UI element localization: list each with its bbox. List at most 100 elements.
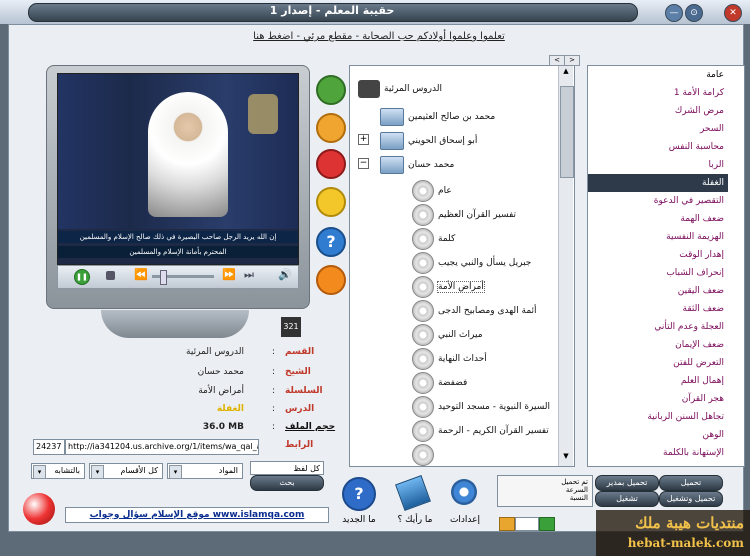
list-item[interactable]: التقصير في الدعوة [588, 192, 728, 210]
settings-icon[interactable] [451, 479, 477, 505]
opinion-label[interactable]: ما رأيك ؟ [387, 515, 443, 525]
size-value: 36.0 MB [202, 422, 244, 432]
disc-icon [412, 228, 434, 250]
tree-sheikh-2[interactable]: أبو إسحاق الحويني [408, 136, 477, 146]
tree-sheikh-1[interactable]: محمد بن صالح العثيمين [408, 112, 495, 122]
lessons-panel: عامة كرامة الأمة 1 مرض الشرك السحر محاسب… [587, 65, 745, 467]
opinion-icon[interactable] [395, 475, 431, 511]
refresh-icon[interactable] [316, 75, 346, 105]
forward-icon[interactable]: ⏩ [222, 268, 236, 281]
chevron-down-icon[interactable]: ▾ [33, 465, 46, 479]
download-play-button[interactable]: تحميل وتشغيل [659, 491, 723, 507]
tree-series[interactable]: ميراث النبي [438, 330, 483, 340]
home-icon[interactable] [499, 517, 515, 531]
download-button[interactable]: تحميل [659, 475, 723, 491]
list-item[interactable]: مرض الشرك [588, 102, 728, 120]
favorite-icon[interactable] [316, 149, 346, 179]
tree-series[interactable]: السيرة النبوية - مسجد التوحيد [438, 402, 550, 412]
list-item[interactable]: هجر القرآن [588, 390, 728, 408]
globe-icon[interactable] [23, 493, 55, 525]
tree-root[interactable]: الدروس المرئية [384, 84, 442, 94]
tree-scrollbar[interactable]: ▲ ▼ [558, 66, 574, 466]
tree-series[interactable]: فضفضة [438, 378, 467, 388]
info-colon: : [272, 386, 276, 396]
website-link[interactable]: موقع الإسلام سؤال وجواب www.islamqa.com [65, 507, 329, 523]
video-ticker-top: إن الله يريد الرجل صاحب البصيرة في ذلك ص… [58, 231, 298, 243]
list-item[interactable]: ضعف الهمة [588, 210, 728, 228]
search-input[interactable]: كل لفظ [250, 461, 324, 475]
tree-series[interactable]: عام [438, 186, 452, 196]
list-item[interactable]: محاسبة النفس [588, 138, 728, 156]
section-combo[interactable]: ▾ كل الأقسام [89, 463, 163, 479]
collapse-icon[interactable]: − [358, 158, 369, 169]
chevron-down-icon[interactable]: ▾ [169, 465, 182, 479]
address-field[interactable] [515, 517, 539, 531]
list-item[interactable]: إنحراف الشباب [588, 264, 728, 282]
seek-handle[interactable] [160, 270, 167, 285]
list-nav-right-icon[interactable]: > [564, 55, 580, 66]
record-icon[interactable] [316, 265, 346, 295]
banner-link[interactable]: تعلموا وعلموا أولادكم حب الصحابة - مقطع … [224, 31, 534, 42]
disc-icon [412, 372, 434, 394]
search-button[interactable]: بحث [250, 475, 324, 491]
list-item[interactable]: الوهن [588, 426, 728, 444]
list-item[interactable]: التعرض للفتن [588, 354, 728, 372]
video-frame [58, 74, 298, 229]
list-item[interactable]: ضعف الثقة [588, 300, 728, 318]
list-item[interactable]: العجلة وعدم التأني [588, 318, 728, 336]
tree-series[interactable]: أحداث النهاية [438, 354, 487, 364]
list-item[interactable]: السحر [588, 120, 728, 138]
tree-series[interactable]: أئمة الهدى ومصابيح الدجى [438, 306, 537, 316]
tree-series[interactable]: تفسير القرآن الكريم - الرحمة [438, 426, 549, 436]
tree-series-selected[interactable]: أمراض الأمة [437, 281, 485, 293]
whats-new-icon[interactable]: ? [342, 477, 376, 511]
fullscreen-icon[interactable]: ⏭ [244, 268, 254, 282]
list-item[interactable]: إهدار الوقت [588, 246, 728, 264]
minimize-icon[interactable]: — [665, 4, 683, 22]
scroll-up-icon[interactable]: ▲ [560, 67, 572, 79]
link-url-field[interactable]: http://ia341204.us.archive.org/1/items/w… [65, 439, 259, 455]
stop-icon[interactable] [106, 271, 115, 280]
list-item[interactable]: كرامة الأمة 1 [588, 84, 728, 102]
chevron-down-icon[interactable]: ▾ [91, 465, 104, 479]
list-item[interactable]: الربا [588, 156, 728, 174]
list-header: عامة [706, 70, 724, 80]
restore-icon[interactable]: ⊙ [685, 4, 703, 22]
info-section: الدروس المرئية : القسم [39, 347, 339, 363]
scroll-thumb[interactable] [560, 86, 574, 178]
settings-label[interactable]: إعدادات [437, 515, 493, 525]
match-combo[interactable]: ▾ بالتشابه [31, 463, 85, 479]
disc-icon [412, 420, 434, 442]
tree-series[interactable]: كلمة [438, 234, 455, 244]
scroll-down-icon[interactable]: ▼ [560, 452, 572, 464]
whats-new-label[interactable]: ما الجديد [331, 515, 387, 525]
info-size: 36.0 MB : حجم الملف [39, 422, 339, 438]
list-item[interactable]: الإستهانة بالكلمة [588, 444, 728, 462]
list-item[interactable]: ضعف اليقين [588, 282, 728, 300]
link-id-field[interactable]: 24237 [33, 439, 65, 455]
folder-icon [380, 108, 404, 126]
expand-icon[interactable]: + [358, 134, 369, 145]
tree-sheikh-3[interactable]: محمد حسان [408, 160, 454, 170]
list-item-selected[interactable]: الغفلة [588, 174, 728, 192]
list-item[interactable]: تجاهل السنن الربانية [588, 408, 728, 426]
pause-icon[interactable]: ❚❚ [74, 269, 90, 285]
rewind-icon[interactable]: ⏪ [134, 268, 148, 281]
video-screen[interactable]: إن الله يريد الرجل صاحب البصيرة في ذلك ص… [57, 73, 299, 265]
star-icon[interactable] [316, 187, 346, 217]
subject-combo[interactable]: ▾ المواد [167, 463, 243, 479]
tree-series[interactable]: تفسير القرآن العظيم [438, 210, 516, 220]
play-button[interactable]: تشغيل [595, 491, 659, 507]
disc-icon [412, 324, 434, 346]
list-item[interactable]: الهزيمة النفسية [588, 228, 728, 246]
tree-series[interactable]: جبريل يسأل والنبي يجيب [438, 258, 531, 268]
list-item[interactable]: إهمال العلم [588, 372, 728, 390]
help-icon[interactable]: ? [316, 227, 346, 257]
close-icon[interactable]: ✕ [724, 4, 742, 22]
manage-download-button[interactable]: تحميل بمدير [595, 475, 659, 491]
speaker-icon[interactable]: 🔊 [278, 268, 292, 281]
go-icon[interactable] [539, 517, 555, 531]
list-nav-left-icon[interactable]: < [549, 55, 565, 66]
redo-icon[interactable] [316, 113, 346, 143]
list-item[interactable]: ضعف الإيمان [588, 336, 728, 354]
